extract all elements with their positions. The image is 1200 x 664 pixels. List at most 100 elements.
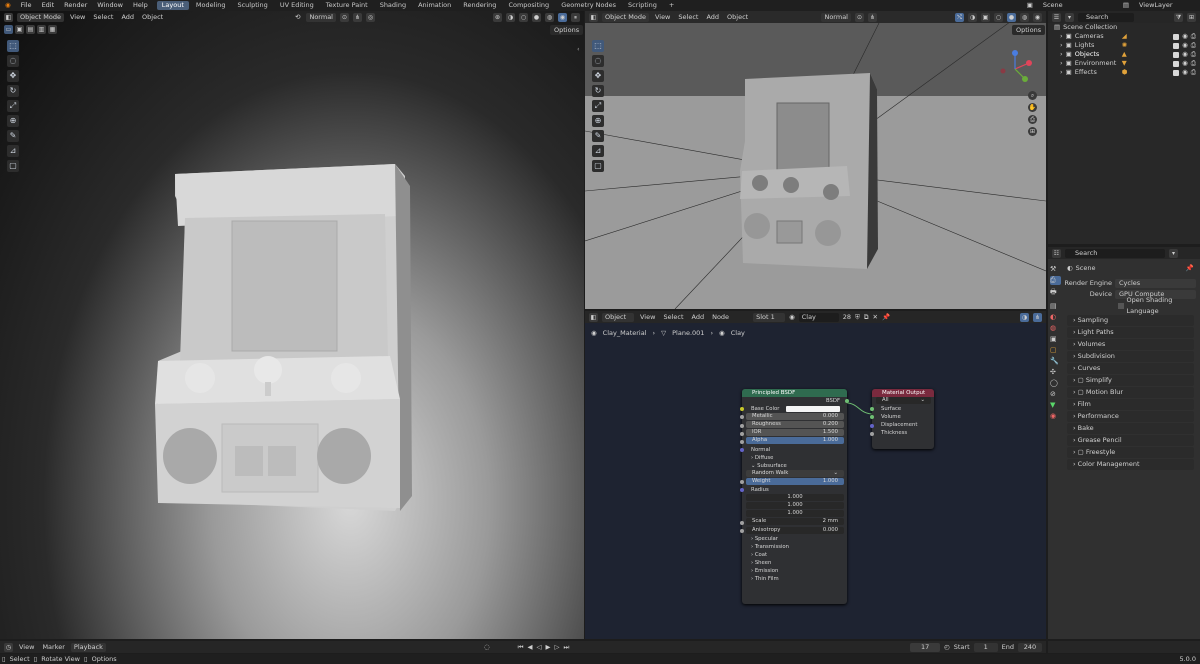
target-row[interactable]: All ⌄: [872, 397, 934, 405]
transmission-section[interactable]: › Transmission: [742, 543, 847, 551]
include-checkbox[interactable]: [1173, 69, 1180, 76]
move-tool-icon[interactable]: ✥: [592, 70, 604, 82]
menu-view[interactable]: View: [638, 313, 657, 322]
select-tool-icon[interactable]: ⬚: [592, 40, 604, 52]
funnel-icon[interactable]: ⧩: [1174, 12, 1183, 22]
viewlayer-name[interactable]: ViewLayer: [1134, 0, 1200, 11]
menu-add[interactable]: Add: [690, 313, 707, 322]
menu-select[interactable]: Select: [676, 13, 700, 22]
eye-icon[interactable]: ◉: [1182, 59, 1188, 68]
fake-user-icon[interactable]: ⛨: [855, 313, 860, 322]
menu-edit[interactable]: Edit: [37, 0, 60, 11]
render-icon[interactable]: ⎙: [1191, 68, 1196, 77]
menu-view[interactable]: View: [17, 643, 36, 652]
radius-y-field[interactable]: 1.000: [746, 502, 844, 510]
radius-z-row[interactable]: 1.000: [742, 510, 847, 518]
solid-viewport[interactable]: ◧ Object Mode View Select Add Object Nor…: [585, 11, 1046, 309]
world-tab-icon[interactable]: ◍: [1050, 324, 1061, 332]
anisotropy-field[interactable]: Anisotropy 0.000: [746, 526, 844, 534]
volume-input[interactable]: Volume: [870, 413, 934, 421]
scene-collection-row[interactable]: ▤ Scene Collection: [1048, 23, 1200, 32]
pan-icon[interactable]: ✋: [1028, 103, 1037, 112]
editor-type-icon[interactable]: ◧: [4, 12, 13, 22]
scene-tab-icon[interactable]: ◐: [1050, 313, 1061, 321]
options-button[interactable]: Options: [1012, 25, 1046, 35]
tab-texture-paint[interactable]: Texture Paint: [321, 1, 373, 10]
options-icon[interactable]: ▾: [1169, 248, 1178, 258]
measure-tool-icon[interactable]: ⊿: [7, 145, 19, 157]
render-icon[interactable]: ⎙: [1191, 50, 1196, 59]
expand-icon[interactable]: ›: [1060, 50, 1063, 59]
expand-icon[interactable]: ›: [1060, 59, 1063, 68]
tab-layout[interactable]: Layout: [156, 1, 189, 10]
displacement-input[interactable]: Displacement: [870, 421, 934, 429]
anisotropy-row[interactable]: Anisotropy 0.000: [740, 526, 847, 535]
panel-motion-blur[interactable]: › ▢ Motion Blur: [1067, 387, 1194, 398]
socket-icon[interactable]: [740, 480, 744, 485]
jump-end-icon[interactable]: ⏭: [563, 643, 569, 652]
duplicate-icon[interactable]: ⧉: [864, 313, 869, 322]
overlay-icon[interactable]: ◑: [506, 12, 515, 22]
select-subtract-icon[interactable]: ▤: [26, 25, 35, 34]
tab-uv-editing[interactable]: UV Editing: [275, 1, 319, 10]
pivot-icon[interactable]: ⊙: [855, 12, 864, 22]
socket-icon[interactable]: [740, 415, 744, 420]
camera-view-icon[interactable]: ⎙: [1028, 115, 1037, 124]
eye-icon[interactable]: ◉: [1182, 32, 1188, 41]
xray-icon[interactable]: ▣: [981, 12, 990, 22]
annotate-tool-icon[interactable]: ✎: [7, 130, 19, 142]
output-tab-icon[interactable]: 🖶: [1050, 288, 1061, 299]
target-dropdown[interactable]: All ⌄: [876, 397, 931, 404]
shading-rendered-icon[interactable]: ◉: [1033, 12, 1042, 22]
tab-rendering[interactable]: Rendering: [458, 1, 501, 10]
panel-subdivision[interactable]: › Subdivision: [1067, 351, 1194, 362]
move-tool-icon[interactable]: ✥: [7, 70, 19, 82]
socket-icon[interactable]: [740, 520, 744, 525]
play-reverse-icon[interactable]: ◁: [536, 643, 541, 651]
add-cube-tool-icon[interactable]: ▢: [592, 160, 604, 172]
radius-row[interactable]: Radius: [740, 486, 847, 494]
radius-x-field[interactable]: 1.000: [746, 494, 844, 502]
shader-editor[interactable]: ◧ Object View Select Add Node Slot 1 ◉ C…: [585, 311, 1046, 639]
panel-sampling[interactable]: › Sampling: [1067, 315, 1194, 326]
next-key-icon[interactable]: ▷: [554, 643, 559, 651]
thickness-input[interactable]: Thickness: [870, 429, 934, 437]
metallic-field[interactable]: Metallic 0.000: [746, 413, 844, 421]
socket-icon[interactable]: [870, 423, 874, 428]
shading-material-icon[interactable]: ◍: [545, 12, 554, 22]
socket-icon[interactable]: [870, 407, 874, 412]
rotate-tool-icon[interactable]: ↻: [7, 85, 19, 97]
transform-tool-icon[interactable]: ⊕: [7, 115, 19, 127]
editor-type-icon[interactable]: ☷: [1052, 248, 1061, 258]
subsurface-method-dropdown[interactable]: Random Walk ⌄: [746, 469, 844, 477]
normal-row[interactable]: Normal: [740, 446, 847, 454]
menu-select[interactable]: Select: [91, 13, 115, 22]
particles-tab-icon[interactable]: ✣: [1050, 368, 1061, 376]
material-output-node[interactable]: Material Output All ⌄ Surface Volume Disp…: [870, 389, 934, 449]
subsurface-method-row[interactable]: Random Walk ⌄: [742, 469, 847, 478]
select-tool-icon[interactable]: ⬚: [7, 40, 19, 52]
include-checkbox[interactable]: [1173, 33, 1180, 40]
osl-row[interactable]: Open Shading Language: [1063, 296, 1200, 315]
collection-tab-icon[interactable]: ▣: [1050, 335, 1061, 343]
slot-dropdown[interactable]: Slot 1: [753, 312, 786, 322]
transform-tool-icon[interactable]: ⊕: [592, 115, 604, 127]
menu-add[interactable]: Add: [119, 13, 136, 22]
metallic-row[interactable]: Metallic 0.000: [740, 413, 847, 421]
add-cube-tool-icon[interactable]: ▢: [7, 160, 19, 172]
panel-freestyle[interactable]: › ▢ Freestyle: [1067, 447, 1194, 458]
select-intersect-icon[interactable]: ▦: [48, 25, 57, 34]
shading-solid-icon[interactable]: ●: [532, 12, 541, 22]
annotate-tool-icon[interactable]: ✎: [592, 130, 604, 142]
outliner-item-effects[interactable]: › ▣ Effects ⬢ ◉ ⎙: [1048, 68, 1200, 77]
playback-dropdown[interactable]: Playback: [70, 642, 106, 652]
tab-geometry-nodes[interactable]: Geometry Nodes: [556, 1, 621, 10]
navigation-gizmo[interactable]: [995, 49, 1035, 89]
shading-material-icon[interactable]: ◍: [1020, 12, 1029, 22]
roughness-field[interactable]: Roughness 0.200: [746, 421, 844, 429]
jump-start-icon[interactable]: ⏮: [518, 643, 524, 652]
editor-type-icon[interactable]: ☰: [1052, 12, 1061, 22]
ior-row[interactable]: IOR 1.500: [740, 429, 847, 437]
object-tab-icon[interactable]: ▢: [1050, 346, 1061, 354]
orientation-dropdown[interactable]: Normal: [306, 12, 336, 22]
